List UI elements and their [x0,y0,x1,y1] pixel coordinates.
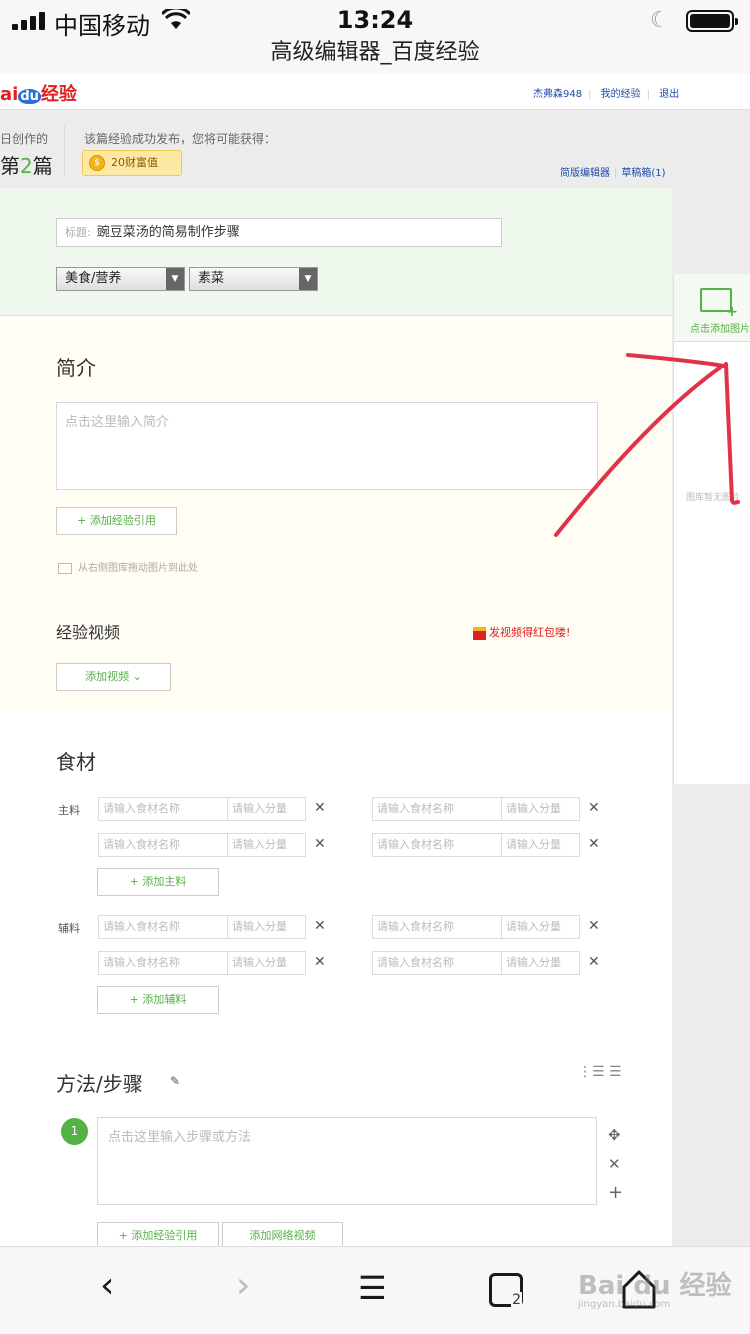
annotation-arrow [554,353,740,537]
battery-icon [686,10,738,32]
baidu-jingyan-logo[interactable]: ai du 经验 [0,80,77,106]
category-select-2[interactable]: 素菜 ▼ [189,267,318,291]
logo-jingyan: 经验 [40,84,77,105]
browser-toolbar: ‹ › ☰ 2 Bai du 经验 jingyan.baidu.com [0,1246,750,1334]
ingredient-amount-input[interactable]: 请输入分量 [501,797,580,821]
ingredient-amount-input[interactable]: 请输入分量 [501,833,580,857]
intro-textarea[interactable]: 点击这里输入简介 [56,402,598,490]
stats-banner: 日创作的 第2篇 该篇经验成功发布，您将可能获得： $ 20财富值 简版编辑器 |… [0,110,672,188]
dropdown-arrow-icon: ▼ [299,268,317,290]
category-select-1[interactable]: 美食/营养 ▼ [56,267,185,291]
red-packet-icon [473,626,486,640]
ingredient-amount-input[interactable]: 请输入分量 [227,833,306,857]
menu-icon[interactable]: ☰ [358,1269,387,1307]
ingredient-name-input[interactable]: 请输入食材名称 [98,915,228,939]
ingredient-name-input[interactable]: 请输入食材名称 [98,951,228,975]
ingredient-name-input[interactable]: 请输入食材名称 [372,951,502,975]
add-step-icon[interactable]: + [608,1182,623,1203]
image-icon [58,562,72,574]
move-icon[interactable]: ✥ [608,1126,621,1144]
editor-links: 简版编辑器 | 草稿箱(1) [560,168,666,179]
username-link[interactable]: 杰弗森948 [533,89,582,100]
title-value: 豌豆菜汤的简易制作步骤 [96,225,240,240]
ingredient-name-input[interactable]: 请输入食材名称 [98,797,228,821]
remove-icon[interactable]: ✕ [588,918,600,934]
today-count: 第2篇 [0,154,53,178]
title-section: 标题: 豌豆菜汤的简易制作步骤 美食/营养 ▼ 素菜 ▼ [0,188,672,316]
video-heading: 经验视频 [56,623,121,642]
ingredient-name-input[interactable]: 请输入食材名称 [372,833,502,857]
add-image-icon [700,288,738,320]
logo-text: ai [0,84,19,105]
ingredient-name-input[interactable]: 请输入食材名称 [372,915,502,939]
remove-icon[interactable]: ✕ [314,800,326,816]
drafts-link[interactable]: 草稿箱(1) [621,168,665,179]
dropdown-arrow-icon: ▼ [166,268,184,290]
aux-ingredients-label: 辅料 [58,922,80,935]
drag-hint: 从右侧图库拖动图片到此处 [58,559,198,574]
ingredient-amount-input[interactable]: 请输入分量 [501,951,580,975]
ingredient-amount-input[interactable]: 请输入分量 [227,797,306,821]
remove-icon[interactable]: ✕ [588,954,600,970]
simple-editor-link[interactable]: 简版编辑器 [560,168,610,179]
step-number: 1 [61,1118,88,1145]
remove-icon[interactable]: ✕ [314,954,326,970]
forward-icon[interactable]: › [236,1265,250,1306]
list-toggle: ⋮☰ ☰ [578,1064,622,1080]
tabs-icon[interactable]: 2 [489,1273,523,1308]
ingredient-name-input[interactable]: 请输入食材名称 [98,833,228,857]
my-experience-link[interactable]: 我的经验 [601,89,641,100]
main-ingredients-label: 主料 [58,804,80,817]
divider [64,126,65,176]
watermark-url: jingyan.baidu.com [578,1299,671,1310]
remove-icon[interactable]: ✕ [588,836,600,852]
steps-heading: 方法/步骤 [56,1072,143,1096]
remove-icon[interactable]: ✕ [588,800,600,816]
unordered-list-icon[interactable]: ☰ [609,1064,622,1080]
logo-paw: du [18,89,41,104]
page-title: 高级编辑器_百度经验 [0,38,750,74]
back-icon[interactable]: ‹ [100,1265,114,1306]
reward-badge: $ 20财富值 [82,150,182,176]
title-input[interactable]: 标题: 豌豆菜汤的简易制作步骤 [56,218,502,247]
ingredient-amount-input[interactable]: 请输入分量 [227,951,306,975]
moon-icon: ☾ [650,8,670,33]
coin-icon: $ [89,155,105,171]
logout-link[interactable]: 退出 [659,89,679,100]
user-links: 杰弗森948 | 我的经验 | 退出 [533,89,680,100]
earn-label: 该篇经验成功发布，您将可能获得： [84,132,277,146]
remove-icon[interactable]: ✕ [314,836,326,852]
red-packet-promo[interactable]: 发视频得红包喽! [473,624,570,640]
add-video-button[interactable]: 添加视频 ⌄ [56,663,171,691]
status-bar: 中国移动 13:24 ☾ [0,0,750,40]
today-label: 日创作的 [0,132,49,146]
add-reference-button[interactable]: + 添加经验引用 [56,507,177,535]
step-textarea[interactable]: 点击这里输入步骤或方法 [97,1117,597,1205]
watermark-logo: Bai du 经验 [578,1271,732,1301]
add-aux-ingredient-button[interactable]: + 添加辅料 [97,986,219,1014]
add-main-ingredient-button[interactable]: + 添加主料 [97,868,219,896]
intro-heading: 简介 [56,356,96,380]
ingredient-amount-input[interactable]: 请输入分量 [501,915,580,939]
title-label: 标题: [65,226,91,239]
clock: 13:24 [336,6,414,34]
ingredients-heading: 食材 [56,750,96,774]
pencil-icon[interactable]: ✎ [170,1074,180,1088]
ingredient-amount-input[interactable]: 请输入分量 [227,915,306,939]
remove-icon[interactable]: ✕ [314,918,326,934]
ingredient-name-input[interactable]: 请输入食材名称 [372,797,502,821]
site-header: ai du 经验 杰弗森948 | 我的经验 | 退出 [0,74,750,110]
delete-step-icon[interactable]: ✕ [608,1155,621,1173]
ordered-list-icon[interactable]: ⋮☰ [578,1064,605,1080]
